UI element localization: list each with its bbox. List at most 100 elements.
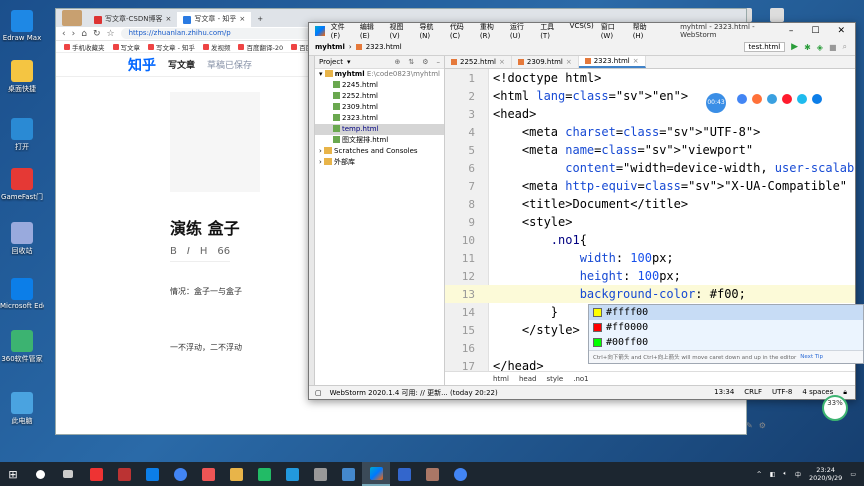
bold-button[interactable]: B	[170, 246, 177, 257]
desktop-icon[interactable]: 打开	[0, 118, 44, 152]
bookmark-item[interactable]: 写文章	[112, 42, 140, 52]
lock-icon[interactable]: 🔒︎	[843, 388, 847, 397]
app-icon[interactable]	[194, 462, 222, 486]
menu-item[interactable]: 工具(T)	[540, 22, 562, 40]
back-icon[interactable]: ‹	[62, 29, 66, 39]
code-line[interactable]: 9 <style>	[445, 213, 855, 231]
menu-item[interactable]: VCS(S)	[570, 22, 594, 40]
article-paragraph[interactable]: 情况：盒子一与盒子	[170, 286, 242, 297]
coverage-icon[interactable]: ◈	[817, 43, 823, 52]
desktop-icon[interactable]: 回收站	[0, 222, 44, 256]
close-icon[interactable]: ×	[239, 12, 245, 27]
menu-item[interactable]: 文件(F)	[331, 22, 353, 40]
folder-icon[interactable]	[222, 462, 250, 486]
editor-tab[interactable]: 2323.html ×	[578, 56, 646, 68]
desktop-icon[interactable]: Microsoft Edge	[0, 278, 44, 310]
code-line[interactable]: 10 .no1{	[445, 231, 855, 249]
collapse-icon[interactable]: ⇅	[408, 58, 414, 66]
tab-csdn[interactable]: 写文章-CSDN博客 ×	[88, 12, 177, 27]
editor-tab[interactable]: 2252.html ×	[445, 56, 512, 68]
article-paragraph[interactable]: 一不浮动，二不浮动	[170, 342, 242, 353]
app-icon[interactable]	[250, 462, 278, 486]
taskview-icon[interactable]	[54, 462, 82, 486]
desktop-icon[interactable]: GameFast门	[0, 168, 44, 202]
breadcrumb-item[interactable]: .no1	[573, 375, 588, 383]
tray-chevron-icon[interactable]: ^	[757, 471, 762, 478]
safari-icon[interactable]	[767, 94, 777, 104]
menu-item[interactable]: 运行(U)	[510, 22, 533, 40]
completion-item[interactable]: #ffff00	[589, 305, 863, 320]
recording-badge[interactable]: 00:43	[706, 93, 726, 113]
nav-file[interactable]: 2323.html	[366, 43, 402, 51]
project-header-label[interactable]: Project	[319, 58, 343, 66]
tree-file[interactable]: 图文摆排.html	[315, 135, 444, 146]
chevron-down-icon[interactable]: ▾	[347, 58, 351, 66]
tree-folder[interactable]: › 外部库	[315, 157, 444, 168]
stop-icon[interactable]: ■	[829, 43, 837, 52]
search-taskbar-icon[interactable]	[26, 462, 54, 486]
close-icon[interactable]: ×	[499, 58, 505, 66]
settings-icon[interactable]: ⚙	[759, 421, 766, 430]
completion-item[interactable]: #ff0000	[589, 320, 863, 335]
pen-icon[interactable]: ✎	[746, 421, 753, 430]
notification-icon[interactable]: ▭	[850, 471, 856, 478]
clock[interactable]: 23:24 2020/9/29	[809, 466, 842, 482]
close-icon[interactable]: ×	[633, 57, 639, 65]
desktop-icon[interactable]: Edraw Max	[0, 10, 44, 42]
code-line[interactable]: 1 <!doctype html>	[445, 69, 855, 87]
hide-icon[interactable]: –	[437, 58, 441, 66]
code-line[interactable]: 3 <head>	[445, 105, 855, 123]
tree-folder[interactable]: › Scratches and Consoles	[315, 146, 444, 157]
status-item[interactable]: 13:34	[714, 388, 734, 397]
cover-placeholder[interactable]	[170, 92, 260, 192]
completion-item[interactable]: #00ff00	[589, 335, 863, 350]
tree-file[interactable]: temp.html	[315, 124, 444, 135]
desktop-icon[interactable]: 360软件管家	[0, 330, 44, 364]
code-line[interactable]: 4 <meta charset=class="sv">"UTF-8">	[445, 123, 855, 141]
bookmark-item[interactable]: 发视频	[202, 42, 230, 52]
menu-item[interactable]: 代码(C)	[450, 22, 473, 40]
menu-item[interactable]: 重构(R)	[480, 22, 503, 40]
file-icon[interactable]	[770, 8, 784, 22]
webstorm-taskbar-icon[interactable]	[362, 462, 390, 486]
start-button[interactable]: ⊞	[0, 468, 26, 481]
avatar[interactable]	[62, 10, 82, 26]
close-icon[interactable]: ✕	[837, 26, 845, 36]
app-icon[interactable]	[82, 462, 110, 486]
gear-icon[interactable]: ⚙	[422, 58, 428, 66]
tab-zhihu[interactable]: 写文章 - 知乎 ×	[177, 12, 252, 27]
debug-icon[interactable]: ✱	[804, 43, 811, 52]
desktop-icon[interactable]: 此电脑	[0, 392, 44, 426]
editor-tab[interactable]: 2309.html ×	[512, 56, 579, 68]
code-line[interactable]: 8 <title>Document</title>	[445, 195, 855, 213]
next-tip-link[interactable]: Next Tip	[800, 354, 823, 360]
status-item[interactable]: CRLF	[744, 388, 762, 397]
update-status[interactable]: WebStorm 2020.1.4 可用: // 更新... (today 20…	[330, 388, 498, 398]
article-title[interactable]: 演练 盒子	[170, 215, 240, 239]
network-gauge[interactable]: 33%	[822, 395, 848, 421]
ie-icon[interactable]	[797, 94, 807, 104]
app-icon[interactable]	[278, 462, 306, 486]
nav-project[interactable]: myhtml	[315, 43, 345, 51]
code-line[interactable]: 7 <meta http-equiv=class="sv">"X-UA-Comp…	[445, 177, 855, 195]
run-icon[interactable]: ▶	[791, 42, 798, 52]
status-item[interactable]: UTF-8	[772, 388, 792, 397]
opera-icon[interactable]	[782, 94, 792, 104]
quote-button[interactable]: 66	[217, 246, 230, 257]
tree-file[interactable]: 2245.html	[315, 80, 444, 91]
minimize-icon[interactable]: –	[789, 26, 794, 36]
desktop-icon[interactable]: 桌面快捷	[0, 60, 44, 94]
maximize-icon[interactable]: ☐	[811, 26, 819, 36]
tree-file[interactable]: 2309.html	[315, 102, 444, 113]
input-method-icon[interactable]: 中	[795, 470, 801, 479]
search-icon[interactable]: ⌕	[843, 42, 847, 52]
run-config-select[interactable]: test.html	[743, 42, 786, 52]
chrome-icon[interactable]	[737, 94, 747, 104]
new-tab-button[interactable]: +	[251, 12, 269, 27]
code-line[interactable]: 11 width: 100px;	[445, 249, 855, 267]
app-icon[interactable]	[390, 462, 418, 486]
status-square-icon[interactable]: ▢	[315, 389, 322, 397]
code-line[interactable]: 12 height: 100px;	[445, 267, 855, 285]
breadcrumb-item[interactable]: head	[519, 375, 536, 383]
forward-icon[interactable]: ›	[72, 29, 76, 39]
